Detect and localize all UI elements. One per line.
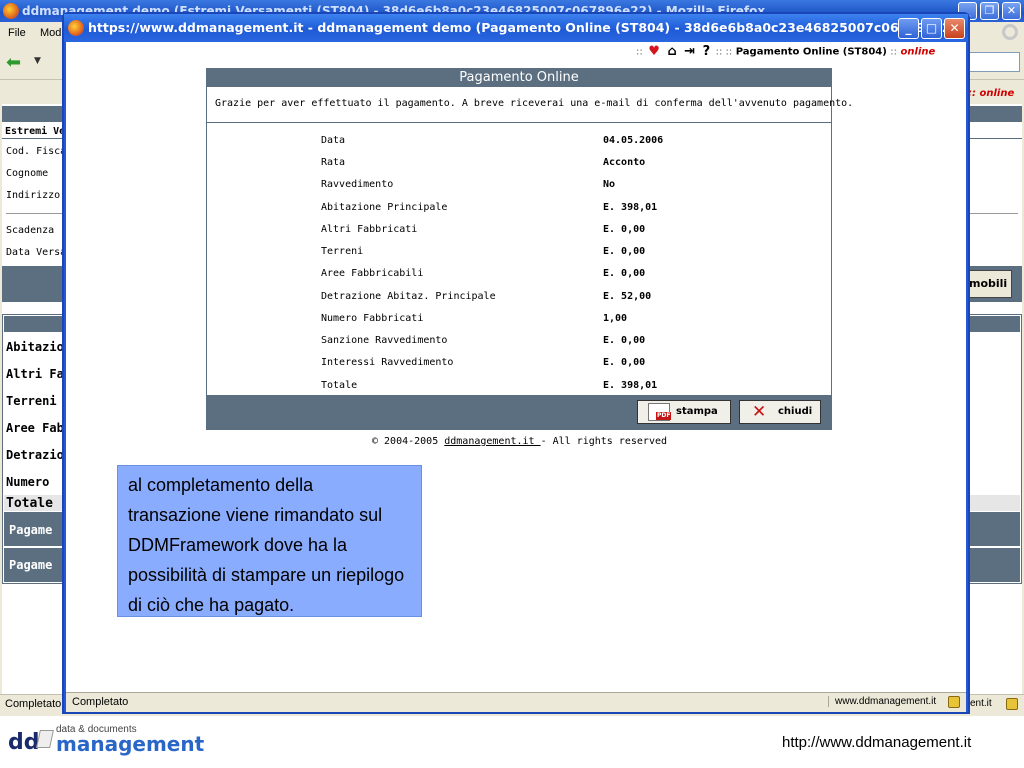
close-icon[interactable]: ✕	[944, 18, 965, 39]
row-value: E. 0,00	[603, 357, 646, 368]
confirmation-message: Grazie per aver effettuato il pagamento.…	[215, 98, 854, 109]
back-arrow-icon[interactable]: ⬅	[6, 52, 21, 73]
footer-url: http://www.ddmanagement.it	[782, 734, 972, 751]
pdf-icon: PDF	[648, 403, 672, 421]
row-value: Acconto	[603, 157, 646, 168]
home-icon[interactable]: ⌂	[667, 44, 676, 59]
label-data-versamento: Data Versa	[6, 247, 67, 258]
pagamento-panel: Pagamento Online Grazie per aver effettu…	[206, 68, 853, 430]
row-label: Rata	[321, 157, 346, 168]
row-label: Terreni	[321, 246, 364, 257]
chiudi-button[interactable]: ✕ chiudi	[739, 400, 821, 424]
row-label: Aree Fabbricabili	[321, 268, 424, 279]
copyright: © 2004-2005 ddmanagement.it - All rights…	[372, 436, 667, 447]
firefox-icon	[68, 20, 84, 36]
label-detrazione: Detrazio	[6, 448, 64, 462]
background-status-url: ent.it	[970, 698, 992, 709]
label-cognome: Cognome	[6, 168, 49, 179]
slide: ddmanagement demo (Estremi Versamenti (S…	[0, 0, 1024, 768]
popup-title-text: https://www.ddmanagement.it - ddmanageme…	[88, 20, 968, 35]
copyright-link[interactable]: ddmanagement.it	[444, 436, 540, 447]
row-label: Sanzione Ravvedimento	[321, 335, 448, 346]
pdf-badge: PDF	[656, 412, 672, 420]
label-pagamento-1[interactable]: Pagame	[9, 523, 52, 537]
background-status-text: Completato	[5, 698, 62, 710]
row-value: 04.05.2006	[603, 135, 664, 146]
label-aree-fabbricabili: Aree Fab	[6, 421, 64, 435]
popup-status-bar: Completato www.ddmanagement.it	[66, 692, 966, 712]
nav-separator: ::	[890, 46, 898, 58]
nav-line: :: ♥ ⌂ ⇥ ? :: :: Pagamento Online (ST804…	[636, 44, 935, 59]
label-pagamento-2[interactable]: Pagame	[9, 558, 52, 572]
label-scadenza: Scadenza	[6, 225, 55, 236]
callout-note: al completamento della transazione viene…	[117, 465, 422, 617]
back-dropdown-icon[interactable]: ▼	[34, 56, 41, 66]
row-label: Data	[321, 135, 346, 146]
chiudi-label: chiudi	[778, 406, 813, 417]
row-label: Totale	[321, 380, 358, 391]
close-icon[interactable]: ✕	[1002, 2, 1021, 20]
copyright-suffix: - All rights reserved	[540, 436, 668, 447]
row-label: Abitazione Principale	[321, 202, 448, 213]
minimize-icon[interactable]: _	[898, 18, 919, 39]
label-cod-fiscale: Cod. Fisca	[6, 146, 67, 157]
background-online-label: :: online	[968, 88, 1015, 99]
lock-icon	[948, 696, 960, 708]
nav-page-title: Pagamento Online (ST804)	[735, 46, 887, 58]
help-icon[interactable]: ?	[703, 44, 711, 59]
row-label: Numero Fabbricati	[321, 313, 424, 324]
row-label: Detrazione Abitaz. Principale	[321, 291, 496, 302]
ddmanagement-logo: dd data & documents management	[8, 724, 208, 760]
lock-icon	[1006, 698, 1018, 710]
panel-divider	[207, 122, 831, 123]
label-indirizzo: Indirizzo	[6, 190, 61, 201]
firefox-icon	[3, 3, 19, 19]
nav-separator: ::	[636, 46, 643, 58]
online-status: online	[900, 46, 936, 58]
exit-icon[interactable]: ⇥	[684, 44, 695, 59]
row-value: 1,00	[603, 313, 628, 324]
label-totale: Totale	[6, 496, 53, 511]
popup-status-url: www.ddmanagement.it	[828, 696, 936, 707]
row-value: E. 0,00	[603, 246, 646, 257]
popup-status-text: Completato	[72, 696, 129, 708]
heart-icon[interactable]: ♥	[648, 44, 660, 59]
row-value: E. 398,01	[603, 380, 658, 391]
row-label: Ravvedimento	[321, 179, 394, 190]
row-value: E. 52,00	[603, 291, 652, 302]
panel-title: Pagamento Online	[207, 69, 831, 87]
stampa-button[interactable]: PDF stampa	[637, 400, 731, 424]
stampa-label: stampa	[676, 406, 718, 417]
label-terreni: Terreni	[6, 394, 57, 408]
row-value: E. 0,00	[603, 268, 646, 279]
logo-dd: dd	[8, 730, 40, 755]
close-x-icon: ✕	[752, 402, 767, 422]
document-icon	[36, 730, 54, 748]
logo-management: management	[56, 732, 205, 756]
restore-icon[interactable]: ❐	[980, 2, 999, 20]
label-estremi: Estremi Ve	[5, 126, 66, 137]
menu-modifica[interactable]: Modi	[40, 27, 64, 39]
popup-title-bar: https://www.ddmanagement.it - ddmanageme…	[64, 14, 968, 42]
maximize-icon[interactable]: □	[921, 18, 942, 39]
row-value: E. 0,00	[603, 335, 646, 346]
panel-footer: PDF stampa ✕ chiudi	[207, 395, 831, 429]
copyright-prefix: © 2004-2005	[372, 436, 445, 447]
label-numero: Numero	[6, 475, 50, 489]
menu-file[interactable]: File	[8, 27, 26, 39]
background-url-field[interactable]	[968, 52, 1020, 72]
nav-separator: :: ::	[715, 46, 733, 58]
row-label: Altri Fabbricati	[321, 224, 418, 235]
row-value: No	[603, 179, 616, 190]
row-value: E. 398,01	[603, 202, 658, 213]
row-label: Interessi Ravvedimento	[321, 357, 454, 368]
row-value: E. 0,00	[603, 224, 646, 235]
throbber-icon	[1002, 24, 1018, 40]
